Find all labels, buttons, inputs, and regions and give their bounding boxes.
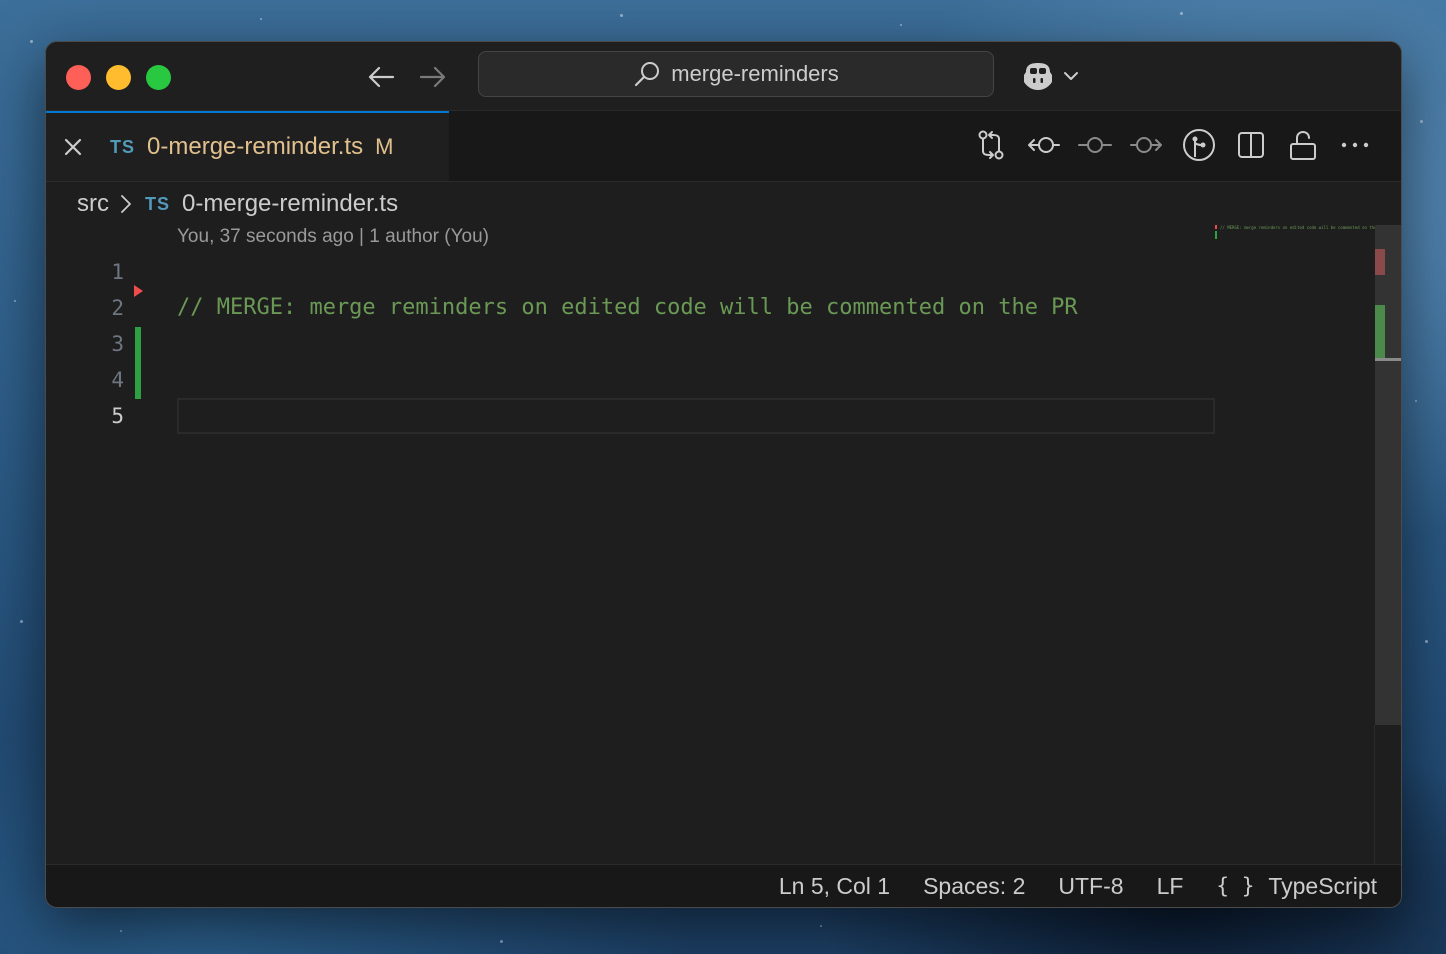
encoding-text: UTF-8	[1058, 872, 1124, 899]
indentation-setting[interactable]: Spaces: 2	[923, 873, 1025, 900]
line-number: 2	[111, 296, 124, 320]
lock-editor-button[interactable]	[1285, 127, 1321, 163]
more-actions-button[interactable]	[1337, 127, 1373, 163]
wallpaper-speck	[1420, 120, 1423, 123]
previous-change-icon	[1028, 137, 1060, 153]
unlock-icon	[1290, 130, 1316, 160]
tab-bar: TS 0-merge-reminder.ts M	[46, 111, 1401, 182]
indentation-text: Spaces: 2	[923, 872, 1026, 899]
overview-deleted-marker	[1375, 249, 1385, 275]
window-maximize-button[interactable]	[146, 65, 171, 90]
editor-window: merge-reminders TS 0-merge-reminder.ts M…	[45, 41, 1402, 908]
language-text: TypeScript	[1268, 872, 1377, 899]
command-center-search[interactable]: merge-reminders	[478, 51, 994, 97]
window-close-button[interactable]	[66, 65, 91, 90]
current-change-button[interactable]	[1077, 127, 1113, 163]
title-bar: merge-reminders	[46, 42, 1401, 111]
git-modified-badge: M	[375, 134, 394, 159]
wallpaper-speck	[120, 930, 122, 932]
wallpaper-speck	[620, 14, 623, 17]
editor-tab[interactable]: TS 0-merge-reminder.ts M	[46, 111, 449, 181]
window-minimize-button[interactable]	[106, 65, 131, 90]
git-graph-button[interactable]	[1181, 127, 1217, 163]
wallpaper-speck	[20, 620, 23, 623]
close-icon[interactable]	[62, 136, 84, 158]
typescript-file-icon: TS	[110, 136, 136, 157]
minimap-deleted-marker	[1215, 225, 1217, 229]
vertical-scrollbar[interactable]	[1375, 225, 1401, 725]
chevron-right-icon	[119, 194, 133, 214]
open-changes-button[interactable]	[973, 127, 1009, 163]
next-change-icon	[1130, 137, 1162, 153]
line-number-active: 5	[111, 404, 124, 428]
divider	[1374, 725, 1375, 865]
wallpaper-speck	[30, 40, 33, 43]
breadcrumb: src TS 0-merge-reminder.ts	[77, 186, 398, 222]
wallpaper-speck	[1180, 12, 1183, 15]
search-icon	[633, 60, 661, 88]
overview-added-marker	[1375, 305, 1385, 359]
next-change-button[interactable]	[1129, 127, 1165, 163]
minimap[interactable]: // MERGE: merge reminders on edited code…	[1214, 225, 1384, 265]
minimap-text: // MERGE: merge reminders on edited code…	[1220, 225, 1384, 230]
cursor-position-text: Ln 5, Col 1	[778, 872, 891, 899]
current-line-highlight	[177, 398, 1215, 434]
wallpaper-speck	[900, 24, 902, 26]
wallpaper-speck	[14, 300, 16, 302]
added-lines-marker[interactable]	[135, 327, 141, 399]
deleted-lines-marker[interactable]	[134, 285, 143, 297]
minimap-added-marker	[1215, 231, 1217, 239]
git-commit-icon	[1078, 137, 1112, 153]
cursor-position[interactable]: Ln 5, Col 1	[779, 873, 890, 900]
eol-text: LF	[1156, 872, 1184, 899]
braces-icon: { }	[1216, 874, 1255, 898]
code-line[interactable]: // MERGE: merge reminders on edited code…	[177, 290, 1078, 326]
editor-actions	[957, 127, 1373, 163]
wallpaper-speck	[260, 18, 262, 20]
arrow-left-icon	[368, 66, 395, 88]
language-mode[interactable]: { } TypeScript	[1216, 873, 1377, 900]
go-back-button[interactable]	[364, 60, 398, 94]
breadcrumb-file[interactable]: 0-merge-reminder.ts	[182, 190, 398, 218]
line-number: 4	[111, 368, 124, 392]
wallpaper-speck	[500, 940, 503, 943]
more-icon	[1341, 142, 1369, 148]
copilot-menu-button[interactable]	[1020, 58, 1080, 94]
chevron-down-icon	[1064, 72, 1078, 80]
wallpaper-speck	[1425, 640, 1428, 643]
line-number: 1	[111, 260, 124, 284]
previous-change-button[interactable]	[1025, 127, 1061, 163]
eol-setting[interactable]: LF	[1157, 873, 1184, 900]
copilot-icon	[1024, 63, 1052, 90]
git-branch-circle-icon	[1183, 129, 1215, 161]
breadcrumb-folder[interactable]: src	[77, 190, 109, 218]
overview-cursor-marker	[1375, 358, 1401, 361]
line-number: 3	[111, 332, 124, 356]
compare-changes-icon	[978, 130, 1004, 160]
encoding-setting[interactable]: UTF-8	[1058, 873, 1123, 900]
wallpaper-speck	[820, 925, 822, 927]
status-bar: Ln 5, Col 1 Spaces: 2 UTF-8 LF { } TypeS…	[46, 864, 1401, 907]
git-blame-codelens[interactable]: You, 37 seconds ago | 1 author (You)	[177, 226, 489, 248]
search-text: merge-reminders	[671, 61, 839, 86]
typescript-file-icon: TS	[145, 193, 171, 214]
split-editor-icon	[1238, 132, 1264, 158]
tab-file-name: 0-merge-reminder.ts	[147, 133, 364, 160]
wallpaper-speck	[1415, 400, 1417, 402]
go-forward-button[interactable]	[416, 60, 450, 94]
arrow-right-icon	[419, 66, 446, 88]
split-editor-button[interactable]	[1233, 127, 1269, 163]
